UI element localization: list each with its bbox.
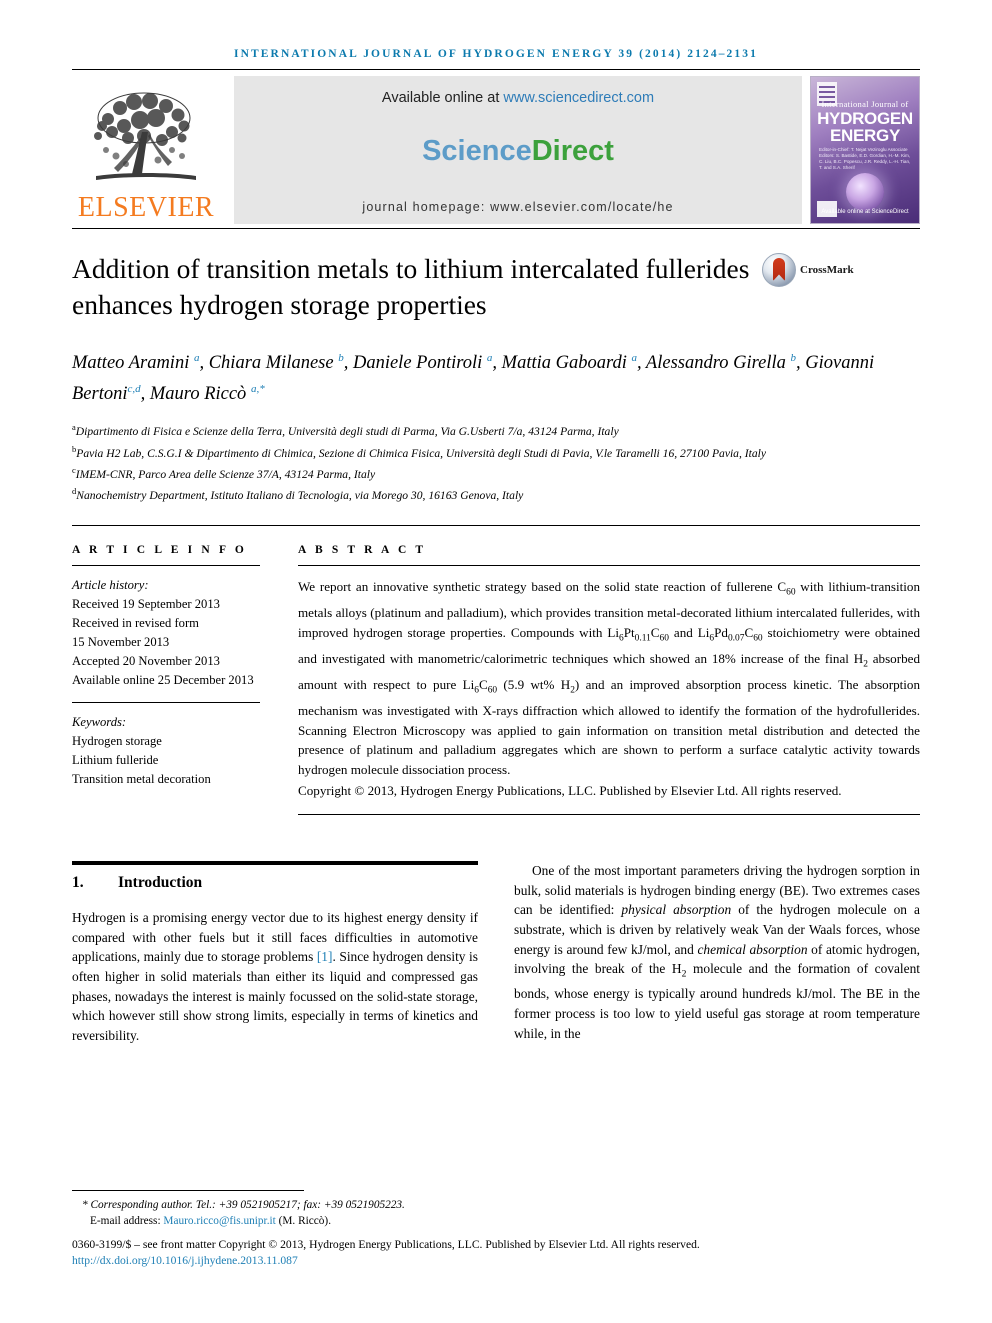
- page-title: Addition of transition metals to lithium…: [72, 253, 750, 320]
- keywords-label: Keywords:: [72, 714, 127, 729]
- affiliation-list: aDipartimento di Fisica e Scienze della …: [72, 419, 920, 504]
- journal-cover-image: International Journal of HYDROGEN ENERGY…: [810, 76, 920, 224]
- header-rule: [72, 69, 920, 70]
- abstract-copyright: Copyright © 2013, Hydrogen Energy Public…: [298, 782, 842, 798]
- affiliation-item: aDipartimento di Fisica e Scienze della …: [72, 419, 920, 440]
- introduction-number: 1.: [72, 874, 84, 892]
- sciencedirect-link[interactable]: www.sciencedirect.com: [503, 90, 654, 106]
- article-info-column: A R T I C L E I N F O Article history: R…: [72, 544, 298, 815]
- cover-journal-title: HYDROGEN ENERGY: [811, 110, 919, 144]
- elsevier-tree-icon: [94, 92, 196, 180]
- doi-link[interactable]: http://dx.doi.org/10.1016/j.ijhydene.201…: [72, 1253, 920, 1269]
- elsevier-wordmark: ELSEVIER: [77, 192, 215, 223]
- title-row: Addition of transition metals to lithium…: [72, 251, 920, 323]
- journal-homepage-line[interactable]: journal homepage: www.elsevier.com/locat…: [362, 200, 673, 214]
- article-history-label: Article history:: [72, 577, 149, 592]
- abstract-body: We report an innovative synthetic strate…: [298, 566, 920, 800]
- article-info-heading: A R T I C L E I N F O: [72, 543, 247, 556]
- cover-title-energy: ENERGY: [830, 126, 900, 145]
- crossmark-label: CrossMark: [800, 264, 854, 276]
- article-history-item: Received 19 September 2013: [72, 596, 220, 611]
- body-columns: 1. Introduction Hydrogen is a promising …: [72, 861, 920, 1045]
- page-footnote: * Corresponding author. Tel.: +39 052190…: [72, 1190, 920, 1269]
- article-history-item: Received in revised form: [72, 615, 199, 630]
- email-note: E-mail address: Mauro.ricco@fis.unipr.it…: [72, 1214, 920, 1230]
- introduction-title: Introduction: [118, 874, 203, 892]
- masthead-rule: [72, 228, 920, 229]
- masthead: ELSEVIER Available online at www.science…: [72, 76, 920, 224]
- cover-editors: Editor-in-Chief: T. Nejat Veziroglu Asso…: [819, 147, 911, 170]
- email-suffix: (M. Riccò).: [275, 1214, 332, 1227]
- abstract-column: A B S T R A C T We report an innovative …: [298, 543, 920, 816]
- available-online-line: Available online at www.sciencedirect.co…: [382, 90, 654, 106]
- introduction-heading: 1. Introduction: [72, 874, 478, 892]
- sciencedirect-wordmark-science: Science: [422, 134, 532, 167]
- available-online-label: Available online at: [381, 90, 504, 106]
- keyword-item: Lithium fulleride: [72, 752, 159, 767]
- author-list: Matteo Aramini a, Chiara Milanese b, Dan…: [72, 352, 875, 405]
- sciencedirect-wordmark: ScienceDirect: [422, 135, 614, 168]
- email-link[interactable]: Mauro.ricco@fis.unipr.it: [163, 1215, 275, 1227]
- abstract-heading: A B S T R A C T: [298, 543, 427, 556]
- keyword-item: Hydrogen storage: [72, 733, 162, 748]
- email-label: E-mail address:: [90, 1214, 164, 1227]
- cover-orb-graphic: [846, 173, 884, 211]
- sciencedirect-banner: Available online at www.sciencedirect.co…: [234, 76, 802, 224]
- abstract-bottom-rule: [298, 814, 920, 816]
- affiliation-text: Dipartimento di Fisica e Scienze della T…: [75, 425, 619, 439]
- running-head: INTERNATIONAL JOURNAL OF HYDROGEN ENERGY…: [234, 48, 758, 60]
- keyword-item: Transition metal decoration: [72, 771, 211, 786]
- article-history-item: 15 November 2013: [72, 634, 170, 649]
- affiliation-text: IMEM-CNR, Parco Area delle Scienze 37/A,…: [75, 467, 376, 481]
- cover-sciencedirect-label: Available online at ScienceDirect: [821, 209, 909, 215]
- body-left-column: 1. Introduction Hydrogen is a promising …: [72, 861, 478, 1045]
- elsevier-logo: ELSEVIER: [72, 76, 220, 224]
- article-history-item: Accepted 20 November 2013: [72, 653, 220, 668]
- introduction-paragraph: Hydrogen is a promising energy vector du…: [72, 910, 478, 1043]
- article-history-block: Article history: Received 19 September 2…: [72, 566, 260, 702]
- affiliation-item: bPavia H2 Lab, C.S.G.I & Dipartimento di…: [72, 441, 920, 462]
- affiliation-text: Nanochemistry Department, Istituto Itali…: [76, 489, 524, 503]
- crossmark-icon: [762, 253, 796, 287]
- abstract-text: We report an innovative synthetic strate…: [298, 578, 920, 777]
- issn-copyright-line: 0360-3199/$ – see front matter Copyright…: [72, 1238, 700, 1251]
- body-right-column: One of the most important parameters dri…: [514, 861, 920, 1045]
- cover-journal-prefix: International Journal of: [821, 99, 909, 109]
- keywords-block: Keywords: Hydrogen storage Lithium fulle…: [72, 703, 260, 789]
- affiliation-item: dNanochemistry Department, Istituto Ital…: [72, 483, 920, 504]
- sciencedirect-wordmark-direct: Direct: [531, 134, 614, 167]
- binding-energy-paragraph: One of the most important parameters dri…: [514, 863, 921, 1041]
- article-first-page: INTERNATIONAL JOURNAL OF HYDROGEN ENERGY…: [0, 0, 992, 1323]
- info-section-rule: [72, 524, 920, 526]
- affiliation-text: Pavia H2 Lab, C.S.G.I & Dipartimento di …: [76, 446, 767, 460]
- footnote-rule: [72, 1190, 304, 1191]
- crossmark-badge[interactable]: CrossMark: [762, 253, 854, 287]
- article-history-item: Available online 25 December 2013: [72, 672, 254, 687]
- cover-title-hydrogen: HYDROGEN: [817, 109, 913, 128]
- section-rule: [72, 861, 478, 866]
- affiliation-item: cIMEM-CNR, Parco Area delle Scienze 37/A…: [72, 462, 920, 483]
- info-abstract-row: A R T I C L E I N F O Article history: R…: [72, 543, 920, 816]
- corresponding-author-note: * Corresponding author. Tel.: +39 052190…: [82, 1199, 405, 1211]
